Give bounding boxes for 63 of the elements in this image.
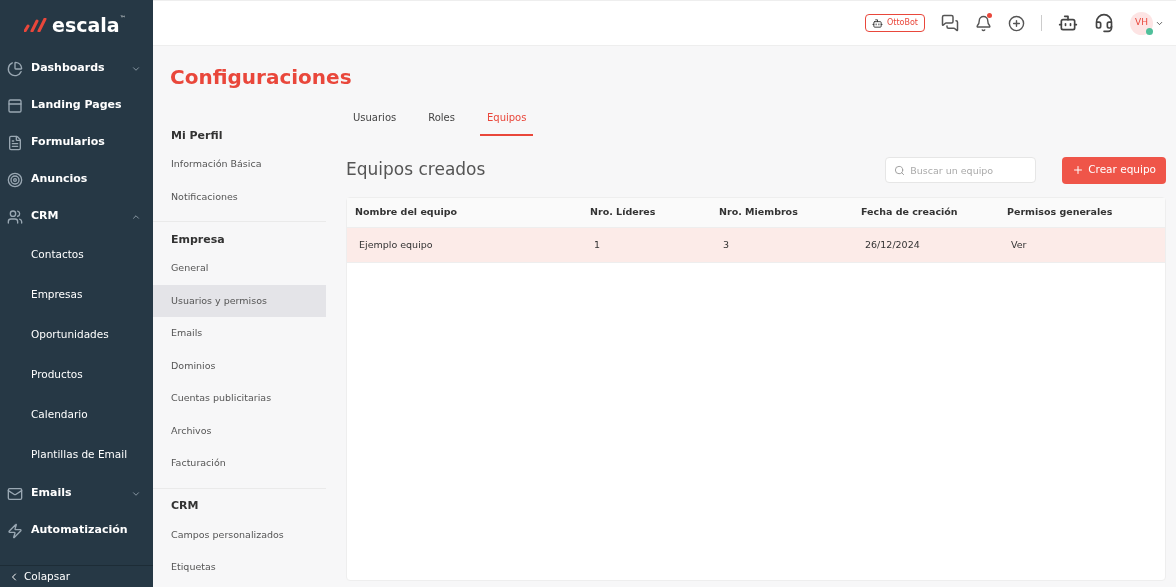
sidebar-subitem[interactable]: Contactos (0, 235, 153, 275)
column-header: Fecha de creación (861, 205, 959, 220)
settings-nav-item[interactable]: Facturación (153, 447, 326, 480)
settings-nav-item[interactable]: Información Básica (153, 148, 326, 181)
page-title: Configuraciones (170, 64, 352, 91)
target-icon (7, 171, 23, 188)
settings-nav-item[interactable]: Emails (153, 317, 326, 350)
settings-nav-item[interactable]: Etiquetas (153, 551, 326, 584)
settings-nav-item[interactable]: Cuentas publicitarias (153, 382, 326, 415)
window-icon (7, 97, 23, 114)
tab[interactable]: Usuarios (346, 100, 404, 136)
support-icon[interactable] (1094, 13, 1114, 33)
settings-nav-item[interactable]: Notificaciones (153, 180, 326, 213)
sidebar-subitem[interactable]: Oportunidades (0, 315, 153, 355)
notifications-icon[interactable] (975, 14, 992, 32)
settings-nav-item[interactable]: Campos personalizados (153, 518, 326, 551)
search-icon (894, 164, 906, 176)
column-header: Permisos generales (1007, 205, 1114, 220)
document-icon (7, 134, 23, 151)
settings-nav-item[interactable]: Archivos (153, 414, 326, 447)
sidebar-item[interactable]: CRM (0, 198, 153, 235)
table-cell-text: 26/12/2024 (865, 237, 921, 252)
collapse-button[interactable]: Colapsar (0, 565, 153, 587)
sidebar-subitem[interactable]: Productos (0, 355, 153, 395)
settings-nav-item[interactable]: Usuarios y permisos (153, 284, 326, 317)
search-field[interactable]: Buscar un equipo (885, 157, 1037, 184)
logo-icon (24, 18, 48, 32)
table-cell-text: Ver (1011, 237, 1028, 252)
lightning-icon (7, 522, 23, 539)
settings-section-heading: Mi Perfil (170, 127, 224, 144)
ottobot-button[interactable]: OttoBot (865, 14, 925, 32)
settings-section-heading: Empresa (170, 231, 226, 248)
sidebar-item[interactable]: Anuncios (0, 161, 153, 198)
table-cell-text: 3 (723, 237, 731, 252)
tab[interactable]: Roles (421, 100, 462, 136)
table-row[interactable]: Ejemplo equipo 1 3 26/12/2024 Ver (347, 228, 1165, 263)
sidebar-subitem[interactable]: Calendario (0, 395, 153, 435)
sidebar-item[interactable]: Emails (0, 475, 153, 512)
sidebar-subitem[interactable]: Plantillas de Email (0, 435, 153, 475)
table-cell-text: 1 (594, 237, 602, 252)
settings-nav-item[interactable]: General (153, 252, 326, 285)
people-icon (7, 208, 23, 225)
sidebar-item[interactable]: Formularios (0, 124, 153, 161)
sidebar-item[interactable]: Landing Pages (0, 87, 153, 124)
sidebar-item[interactable]: Dashboards (0, 50, 153, 87)
pie-chart-icon (7, 60, 23, 77)
chat-icon[interactable] (941, 14, 959, 32)
sidebar-item[interactable]: Automatización (0, 512, 153, 549)
column-header: Nombre del equipo (355, 205, 458, 220)
plus-icon (1072, 164, 1085, 176)
column-header: Nro. Líderes (590, 205, 657, 220)
robot-icon[interactable] (1058, 13, 1078, 33)
logo-text: escala (52, 14, 120, 36)
tab[interactable]: Equipos (480, 100, 534, 136)
sidebar-subitem[interactable]: Empresas (0, 275, 153, 315)
envelope-icon (7, 485, 23, 502)
add-icon[interactable] (1008, 14, 1025, 32)
robot-icon (872, 17, 883, 29)
column-header: Nro. Miembros (719, 205, 799, 220)
section-title: Equipos creados (346, 158, 486, 182)
settings-nav-item[interactable]: Dominios (153, 349, 326, 382)
settings-section-heading: CRM (170, 498, 200, 515)
table-cell-text: Ejemplo equipo (359, 237, 434, 252)
